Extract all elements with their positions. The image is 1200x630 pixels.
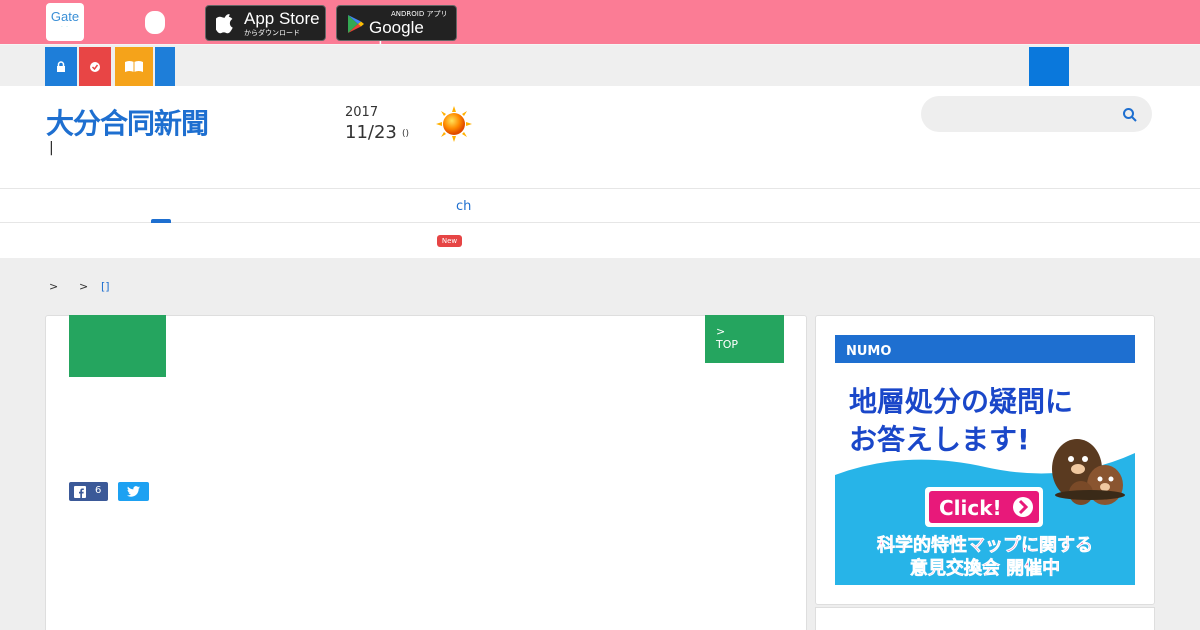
twitter-share-button[interactable] bbox=[118, 482, 149, 501]
search-input[interactable] bbox=[921, 96, 1152, 132]
sidebar-ad-card: NUMO 地層処分の疑問に お答えします! Click! 科学的特性マップに関す… bbox=[815, 315, 1155, 605]
app-store-sub: からダウンロード bbox=[244, 29, 300, 37]
date-year: 2017 bbox=[345, 105, 379, 120]
article-card: > TOP 6 bbox=[45, 315, 807, 630]
gate-logo[interactable]: Gate · · bbox=[46, 3, 84, 41]
ad-brand: NUMO bbox=[846, 344, 891, 359]
sidebar-card bbox=[815, 607, 1155, 630]
app-store-button[interactable]: App Store からダウンロード bbox=[205, 5, 326, 41]
breadcrumb-separator: > bbox=[49, 280, 59, 293]
search-icon[interactable] bbox=[1122, 107, 1138, 123]
ad-headline-1: 地層処分の疑問に bbox=[849, 385, 1073, 418]
site-logo-sub: | bbox=[49, 140, 54, 156]
top-link-label: TOP bbox=[716, 338, 739, 351]
category-top-link[interactable]: > TOP bbox=[705, 315, 784, 363]
sunny-weather-icon[interactable] bbox=[436, 106, 472, 142]
date-month-day: 11/23 bbox=[345, 122, 397, 143]
apple-icon bbox=[216, 14, 233, 34]
google-play-icon bbox=[348, 15, 364, 33]
lock-icon bbox=[57, 61, 65, 72]
nav-item-ch[interactable]: ch bbox=[456, 199, 471, 214]
gate-logo-text: Gate bbox=[50, 9, 80, 24]
category-label[interactable] bbox=[69, 315, 166, 377]
breadcrumb-current[interactable]: [] bbox=[101, 280, 110, 293]
login-button[interactable] bbox=[1029, 47, 1069, 87]
toggle-pill[interactable] bbox=[145, 11, 165, 34]
paper-edition-button[interactable] bbox=[115, 47, 153, 87]
site-header: 大分合同新聞 | 2017 11/23 () ch New bbox=[0, 86, 1200, 258]
top-link-arrow: > bbox=[716, 325, 726, 338]
main-nav: ch bbox=[0, 188, 1200, 223]
check-button[interactable] bbox=[79, 47, 111, 87]
app-store-label: App Store bbox=[244, 9, 320, 28]
nav-active-indicator bbox=[151, 219, 171, 223]
twitter-icon bbox=[127, 486, 140, 497]
ad-footer-1: 科学的特性マップに関する bbox=[877, 534, 1093, 556]
google-play-button[interactable]: ANDROID アプリ Google play bbox=[336, 5, 457, 57]
facebook-share-count: 6 bbox=[95, 485, 102, 496]
ad-footer-2: 意見交換会 開催中 bbox=[910, 557, 1060, 579]
check-icon bbox=[90, 62, 100, 72]
date-weekday: () bbox=[402, 129, 410, 139]
book-icon bbox=[125, 61, 143, 72]
members-button[interactable] bbox=[45, 47, 77, 87]
breadcrumb-separator: > bbox=[79, 280, 89, 293]
ad-cta: Click! bbox=[939, 496, 1002, 520]
top-bar: Gate · · App Store からダウンロード ANDROID アプリ … bbox=[0, 0, 1200, 57]
service-icon-row bbox=[0, 44, 1200, 87]
facebook-share-button[interactable]: 6 bbox=[69, 482, 108, 501]
site-logo[interactable]: 大分合同新聞 bbox=[46, 102, 209, 142]
facebook-icon bbox=[74, 486, 86, 498]
gate-logo-sub: · · bbox=[61, 24, 69, 30]
ad-headline-2: お答えします! bbox=[849, 423, 1030, 456]
numo-ad-banner[interactable]: NUMO 地層処分の疑問に お答えします! Click! 科学的特性マップに関す… bbox=[835, 335, 1135, 585]
blue-tab-button[interactable] bbox=[155, 47, 175, 87]
new-badge: New bbox=[437, 235, 462, 247]
